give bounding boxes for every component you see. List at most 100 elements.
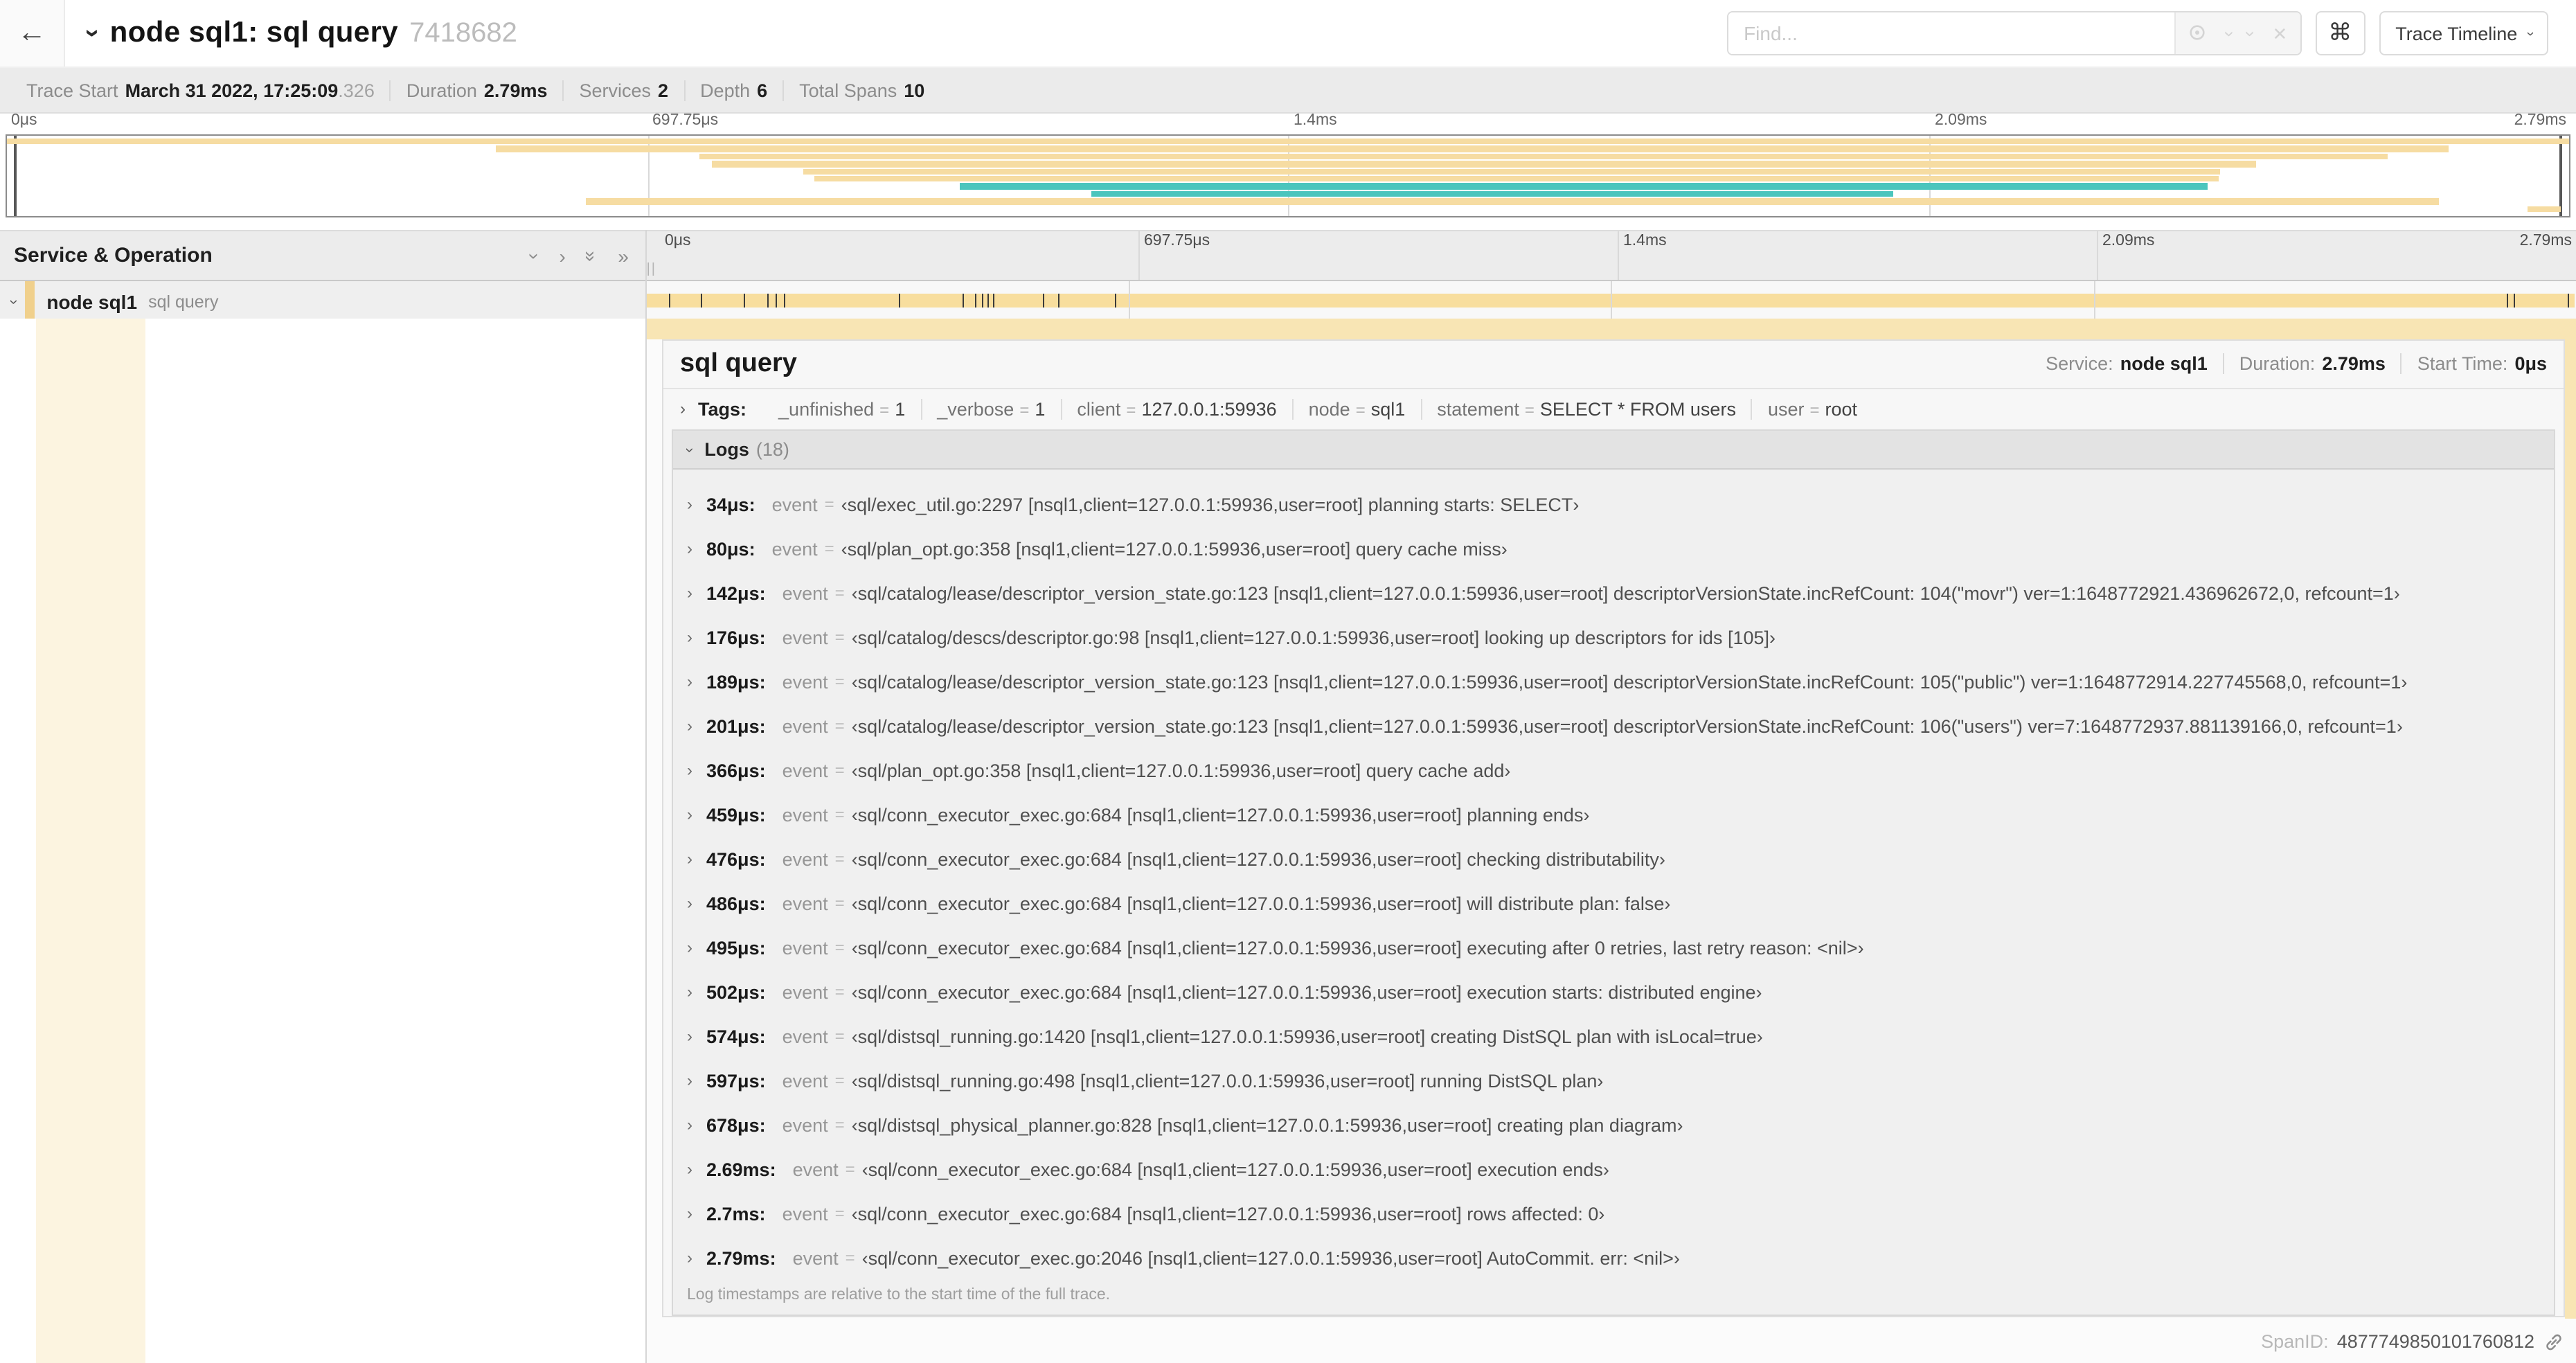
collapse-trace-icon[interactable]: ›: [76, 29, 107, 38]
minimap-span-bar: [496, 145, 2449, 152]
tick-label: 2.79ms: [2519, 233, 2572, 249]
grid-line: [1618, 231, 1619, 280]
detail-left-lane: [0, 319, 645, 1363]
locate-icon[interactable]: [2188, 23, 2206, 44]
tick-label: 0μs: [665, 233, 691, 249]
log-tick-mark: [2507, 294, 2509, 308]
grid-line: [1611, 281, 1612, 321]
log-row[interactable]: › 495μs: event = ‹sql/conn_executor_exec.go:…: [673, 925, 2554, 970]
minimap-span-bar: [699, 153, 2388, 160]
minimap-span-bar: [814, 176, 2219, 182]
span-collapse-icon[interactable]: ›: [6, 299, 22, 303]
span-row-track[interactable]: [645, 281, 2576, 321]
tag-item: client = 127.0.0.1:59936: [1062, 398, 1294, 420]
expand-one-icon[interactable]: ›: [559, 244, 565, 267]
log-row[interactable]: › 574μs: event = ‹sql/distsql_running.go:142…: [673, 1014, 2554, 1058]
log-tick-mark: [2568, 294, 2570, 308]
minimap-span-bar: [960, 183, 2208, 190]
log-row[interactable]: › 2.79ms: event = ‹sql/conn_executor_exec.go…: [673, 1236, 2554, 1280]
logs-collapse-icon[interactable]: ›: [681, 447, 698, 452]
collapse-all-icon[interactable]: »: [581, 250, 603, 261]
log-row[interactable]: › 189μs: event = ‹sql/catalog/lease/descript…: [673, 659, 2554, 704]
log-row[interactable]: › 459μs: event = ‹sql/conn_executor_exec.go:…: [673, 792, 2554, 837]
log-tick-mark: [784, 294, 786, 308]
log-row[interactable]: › 486μs: event = ‹sql/conn_executor_exec.go:…: [673, 881, 2554, 925]
log-row[interactable]: › 2.69ms: event = ‹sql/conn_executor_exec.go…: [673, 1147, 2554, 1191]
tag-item: statement = SELECT * FROM users: [1422, 398, 1753, 420]
back-arrow-icon: ←: [17, 17, 46, 48]
trace-view-selector[interactable]: Trace Timeline ›: [2379, 11, 2548, 55]
command-icon: ⌘: [2328, 19, 2352, 46]
trace-header: › node sql1: sql query 7418682: [78, 17, 517, 50]
log-tick-mark: [668, 294, 670, 308]
log-row[interactable]: › 2.7ms: event = ‹sql/conn_executor_exec.go:…: [673, 1191, 2554, 1236]
minimap-left-handle[interactable]: [14, 136, 17, 216]
trace-info-item: Duration 2.79ms: [391, 80, 564, 100]
logs-header[interactable]: › Logs (18): [673, 431, 2554, 470]
detail-tint-strip-top: [647, 319, 2576, 339]
collapse-one-icon[interactable]: ›: [524, 252, 546, 258]
find-next-icon[interactable]: ›: [2241, 30, 2262, 37]
log-tick-mark: [974, 294, 976, 308]
top-bar-controls: ‹ › ✕ ⌘ Trace Timeline ›: [1727, 11, 2548, 55]
timeline-minimap[interactable]: [6, 134, 2570, 217]
tick-label: 2.09ms: [1935, 112, 1987, 129]
log-tick-mark: [992, 294, 994, 308]
column-divider[interactable]: [645, 230, 647, 1363]
logs-list: › 34μs: event = ‹sql/exec_util.go:2297 [nsql…: [673, 470, 2554, 1280]
deep-link-icon[interactable]: [2544, 1332, 2564, 1351]
minimap-span-bar: [803, 168, 2221, 175]
log-row[interactable]: › 502μs: event = ‹sql/conn_executor_exec.go:…: [673, 970, 2554, 1014]
log-tick-mark: [1042, 294, 1044, 308]
log-row[interactable]: › 176μs: event = ‹sql/catalog/descs/descript…: [673, 615, 2554, 659]
trace-info-item: Total Spans 10: [799, 80, 925, 100]
span-detail-region: sql query Service: node sql1 Duration: 2.79…: [0, 230, 2576, 1363]
log-row[interactable]: › 366μs: event = ‹sql/plan_opt.go:358 [nsql1…: [673, 748, 2554, 792]
tick-label: 2.79ms: [2514, 112, 2566, 129]
span-id-label: SpanID:: [2261, 1331, 2329, 1352]
log-tick-mark: [981, 294, 983, 308]
find-prev-icon[interactable]: ‹: [2217, 30, 2237, 37]
logs-title: Logs: [704, 439, 749, 460]
detail-right-lane: sql query Service: node sql1 Duration: 2.79…: [647, 319, 2576, 1363]
minimap-tick-labels: 0μs 697.75μs 1.4ms 2.09ms 2.79ms: [6, 111, 2570, 134]
tags-accordion[interactable]: › Tags: _unfinished = 1 _verbose = 1 client = 12…: [663, 389, 2564, 429]
find-input[interactable]: [1728, 12, 2175, 54]
span-row-label[interactable]: › node sql1 sql query: [0, 281, 645, 321]
tick-label: 2.09ms: [2102, 233, 2155, 249]
log-row[interactable]: › 201μs: event = ‹sql/catalog/lease/descript…: [673, 704, 2554, 748]
column-resize-grip[interactable]: ||: [647, 262, 656, 277]
log-row[interactable]: › 80μs: event = ‹sql/plan_opt.go:358 [nsql1,…: [673, 526, 2554, 571]
trace-info-item: Depth 6: [685, 80, 785, 100]
back-button[interactable]: ←: [0, 0, 65, 66]
log-row[interactable]: › 597μs: event = ‹sql/distsql_running.go:498…: [673, 1058, 2554, 1103]
span-accent-band: [36, 319, 145, 1363]
log-row[interactable]: › 142μs: event = ‹sql/catalog/lease/descript…: [673, 571, 2554, 615]
tags-expand-icon[interactable]: ›: [680, 400, 686, 419]
span-id-value: 4877749850101760812: [2336, 1331, 2534, 1352]
tick-label: 697.75μs: [652, 112, 719, 129]
keyboard-shortcuts-button[interactable]: ⌘: [2315, 11, 2365, 55]
expand-all-icon[interactable]: »: [618, 244, 629, 267]
tag-item: user = root: [1767, 398, 1858, 420]
log-tick-mark: [743, 294, 745, 308]
span-detail-card: sql query Service: node sql1 Duration: 2.79…: [662, 339, 2565, 1317]
view-selector-label: Trace Timeline: [2395, 23, 2518, 44]
trace-info-item: Services 2: [564, 80, 686, 100]
timeline-ruler: 0μs 697.75μs 1.4ms 2.09ms 2.79ms: [659, 231, 2576, 280]
tag-item: _unfinished = 1: [763, 398, 922, 420]
minimap-right-handle[interactable]: [2559, 136, 2562, 216]
logs-accordion: › Logs (18) › 34μs: event = ‹sql/exec_util.g…: [672, 429, 2555, 1316]
find-tools: ‹ › ✕: [2174, 12, 2300, 54]
service-operation-title: Service & Operation: [14, 244, 213, 267]
log-row[interactable]: › 34μs: event = ‹sql/exec_util.go:2297 [nsql…: [673, 482, 2554, 526]
log-tick-mark: [987, 294, 990, 308]
logs-footnote: Log timestamps are relative to the start…: [687, 1287, 1111, 1303]
log-row[interactable]: › 476μs: event = ‹sql/conn_executor_exec.go:…: [673, 837, 2554, 881]
log-tick-mark: [898, 294, 900, 308]
log-tick-mark: [1114, 294, 1116, 308]
minimap-span-bar: [711, 161, 2257, 168]
span-operation-name: sql query: [148, 292, 219, 311]
log-row[interactable]: › 678μs: event = ‹sql/distsql_physical_plann…: [673, 1103, 2554, 1147]
find-clear-icon[interactable]: ✕: [2272, 24, 2287, 42]
